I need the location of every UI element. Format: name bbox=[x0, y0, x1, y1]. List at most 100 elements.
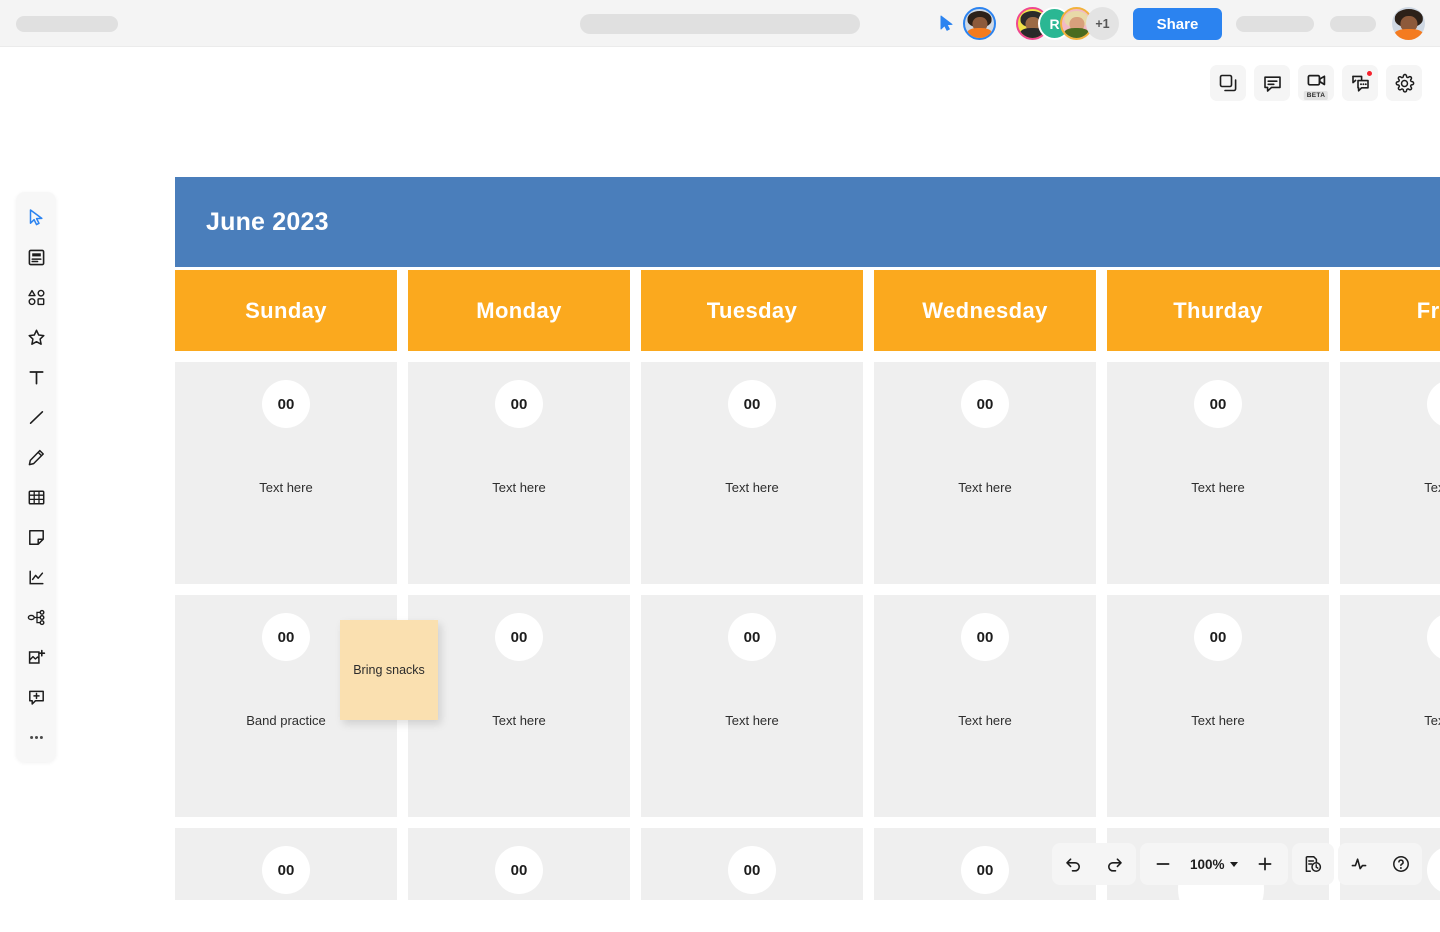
calendar-cell[interactable]: 00 Text here bbox=[408, 595, 630, 817]
calendar-cell[interactable]: 00 Text here bbox=[874, 362, 1096, 584]
calendar-cell[interactable]: 00 Text here bbox=[1107, 362, 1329, 584]
calendar-cell[interactable]: 00 Text here bbox=[1340, 595, 1440, 817]
chat-icon-button[interactable] bbox=[1342, 65, 1378, 101]
upload-image-icon-button[interactable] bbox=[20, 640, 52, 674]
select-cursor-icon-button[interactable] bbox=[20, 200, 52, 234]
cell-text[interactable]: Text here bbox=[874, 713, 1096, 728]
avatar-account-menu[interactable] bbox=[1392, 7, 1425, 40]
board-title-placeholder[interactable] bbox=[580, 14, 860, 34]
cell-text[interactable]: Text here bbox=[1340, 713, 1440, 728]
history-group bbox=[1052, 843, 1136, 885]
day-number: 00 bbox=[728, 846, 776, 894]
history-panel-group bbox=[1292, 843, 1334, 885]
pen-icon-button[interactable] bbox=[20, 440, 52, 474]
gear-icon bbox=[1394, 73, 1415, 94]
cell-text[interactable]: Text here bbox=[1340, 480, 1440, 495]
zoom-out-button[interactable] bbox=[1142, 843, 1184, 885]
calendar-cell[interactable]: 00 Text here bbox=[641, 362, 863, 584]
shapes-icon-button[interactable] bbox=[20, 280, 52, 314]
calendar-week-row-1: 00 Text here 00 Text here 00 Text here 0… bbox=[175, 362, 1440, 584]
menu-placeholder-1[interactable] bbox=[1236, 16, 1314, 32]
templates-icon bbox=[27, 248, 46, 267]
day-number: 00 bbox=[495, 380, 543, 428]
sticky-note-icon-button[interactable] bbox=[20, 520, 52, 554]
bottom-toolbar: 100% bbox=[1052, 843, 1422, 885]
collaborator-overflow-count[interactable]: +1 bbox=[1086, 7, 1119, 40]
cell-text[interactable]: Text here bbox=[641, 713, 863, 728]
activity-pulse-icon bbox=[1349, 854, 1369, 874]
calendar-cell[interactable]: 00 bbox=[641, 828, 863, 900]
help-button[interactable] bbox=[1380, 843, 1422, 885]
line-icon-button[interactable] bbox=[20, 400, 52, 434]
upload-image-icon bbox=[27, 648, 46, 667]
calendar-cell[interactable]: 00 Text here bbox=[1107, 595, 1329, 817]
chart-icon-button[interactable] bbox=[20, 560, 52, 594]
calendar-cell[interactable]: 00 Text here bbox=[1340, 362, 1440, 584]
zoom-level-dropdown[interactable]: 100% bbox=[1184, 843, 1244, 885]
calendar-title-bar[interactable]: June 2023 bbox=[175, 177, 1440, 267]
day-header-sunday[interactable]: Sunday bbox=[175, 270, 397, 351]
mindmap-icon-button[interactable] bbox=[20, 600, 52, 634]
day-number: 00 bbox=[961, 613, 1009, 661]
day-number: 00 bbox=[1427, 380, 1440, 428]
cell-text[interactable]: Text here bbox=[1107, 480, 1329, 495]
cell-text[interactable]: Text here bbox=[408, 713, 630, 728]
day-header-row: Sunday Monday Tuesday Wednesday Thurday … bbox=[175, 270, 1440, 351]
text-icon bbox=[27, 368, 46, 387]
frames-icon bbox=[1218, 73, 1239, 94]
add-comment-icon-button[interactable] bbox=[20, 680, 52, 714]
sticky-note[interactable]: Bring snacks bbox=[340, 620, 438, 720]
calendar-cell[interactable]: 00 Text here bbox=[641, 595, 863, 817]
cell-text[interactable]: Text here bbox=[1107, 713, 1329, 728]
day-number: 00 bbox=[728, 613, 776, 661]
day-header-wednesday[interactable]: Wednesday bbox=[874, 270, 1096, 351]
notification-dot bbox=[1366, 70, 1373, 77]
templates-icon-button[interactable] bbox=[20, 240, 52, 274]
cell-text[interactable]: Text here bbox=[641, 480, 863, 495]
calendar-cell[interactable]: 00 Text here bbox=[175, 362, 397, 584]
calendar-cell[interactable]: 00 bbox=[408, 828, 630, 900]
avatar-current-user[interactable] bbox=[963, 7, 996, 40]
gear-icon-button[interactable] bbox=[1386, 65, 1422, 101]
more-options-icon bbox=[27, 728, 46, 747]
cell-text[interactable]: Text here bbox=[874, 480, 1096, 495]
frames-icon-button[interactable] bbox=[1210, 65, 1246, 101]
zoom-in-button[interactable] bbox=[1244, 843, 1286, 885]
chart-icon bbox=[27, 568, 46, 587]
day-number: 00 bbox=[495, 846, 543, 894]
top-bar: R +1 Share bbox=[0, 0, 1440, 47]
table-icon-button[interactable] bbox=[20, 480, 52, 514]
undo-button[interactable] bbox=[1052, 843, 1094, 885]
right-toolbar: BETA bbox=[1210, 65, 1422, 101]
more-options-icon-button[interactable] bbox=[20, 720, 52, 754]
day-header-monday[interactable]: Monday bbox=[408, 270, 630, 351]
video-camera-icon-button[interactable]: BETA bbox=[1298, 65, 1334, 101]
zoom-group: 100% bbox=[1140, 843, 1288, 885]
cell-text[interactable]: Text here bbox=[408, 480, 630, 495]
share-button[interactable]: Share bbox=[1133, 8, 1222, 40]
cell-text[interactable]: Text here bbox=[175, 480, 397, 495]
activity-button[interactable] bbox=[1338, 843, 1380, 885]
calendar-cell[interactable]: 00 bbox=[175, 828, 397, 900]
day-header-tuesday[interactable]: Tuesday bbox=[641, 270, 863, 351]
page-title: June 2023 bbox=[206, 208, 329, 237]
day-number: 00 bbox=[1427, 846, 1440, 894]
menu-placeholder-2[interactable] bbox=[1330, 16, 1376, 32]
document-history-icon bbox=[1303, 854, 1323, 874]
calendar-cell[interactable]: 00 Text here bbox=[408, 362, 630, 584]
sticker-star-icon-button[interactable] bbox=[20, 320, 52, 354]
history-button[interactable] bbox=[1292, 843, 1334, 885]
redo-button[interactable] bbox=[1094, 843, 1136, 885]
activity-group bbox=[1338, 843, 1422, 885]
calendar-cell[interactable]: 00 Text here bbox=[874, 595, 1096, 817]
calendar-template[interactable]: June 2023 Sunday Monday Tuesday Wednesda… bbox=[175, 177, 1440, 900]
comment-icon-button[interactable] bbox=[1254, 65, 1290, 101]
day-header-thursday[interactable]: Thurday bbox=[1107, 270, 1329, 351]
day-header-friday[interactable]: Friday bbox=[1340, 270, 1440, 351]
day-number: 00 bbox=[961, 846, 1009, 894]
board-canvas[interactable]: June 2023 Sunday Monday Tuesday Wednesda… bbox=[0, 0, 1440, 900]
day-number: 00 bbox=[262, 613, 310, 661]
logo-placeholder[interactable] bbox=[16, 16, 118, 32]
text-icon-button[interactable] bbox=[20, 360, 52, 394]
day-number: 00 bbox=[1194, 613, 1242, 661]
